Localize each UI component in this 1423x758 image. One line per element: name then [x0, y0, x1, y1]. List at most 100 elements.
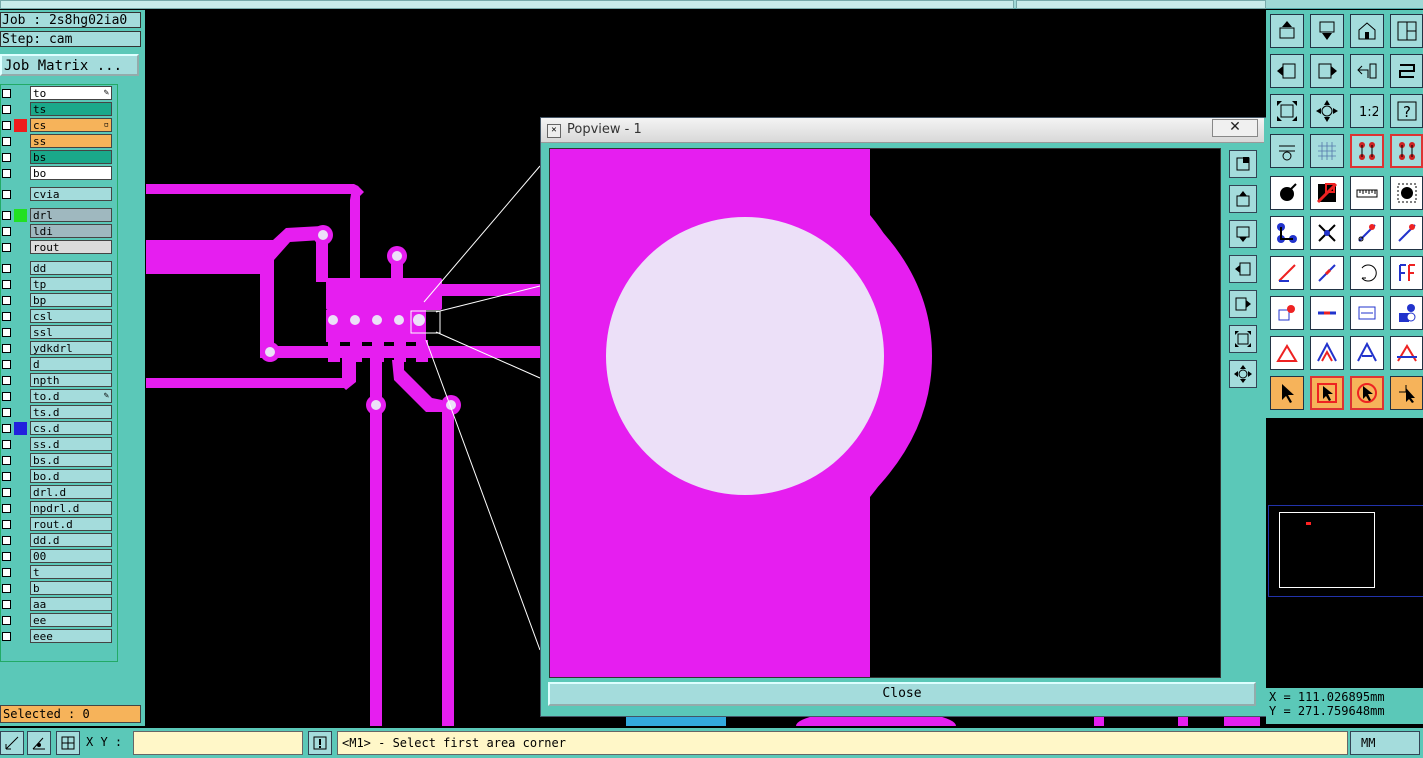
select-box-icon[interactable] — [1310, 376, 1344, 410]
layer-checkbox[interactable] — [2, 392, 11, 401]
segment-edit-icon[interactable] — [1390, 216, 1423, 250]
layer-checkbox[interactable] — [2, 456, 11, 465]
layer-row[interactable]: ssl — [1, 325, 115, 340]
select-cursor-icon[interactable] — [1270, 376, 1304, 410]
layer-checkbox[interactable] — [2, 296, 11, 305]
layer-name[interactable]: dd.d — [30, 533, 112, 547]
layer-name[interactable]: ssl — [30, 325, 112, 339]
layer-name[interactable]: cs.d — [30, 421, 112, 435]
layer-row[interactable]: aa — [1, 597, 115, 612]
layer-name[interactable]: bo.d — [30, 469, 112, 483]
scale-icon[interactable]: 1:2 — [1350, 94, 1384, 128]
layer-name[interactable]: ts.d — [30, 405, 112, 419]
layer-checkbox[interactable] — [2, 552, 11, 561]
layer-checkbox[interactable] — [2, 280, 11, 289]
layer-name[interactable]: d — [30, 357, 112, 371]
layer-row[interactable]: tp — [1, 277, 115, 292]
arc-icon[interactable] — [1350, 256, 1384, 290]
layer-row[interactable]: cs.d — [1, 421, 115, 436]
layer-row[interactable]: bo — [1, 166, 115, 181]
layer-name[interactable]: cs ▫ — [30, 118, 112, 132]
connect-icon[interactable] — [1270, 216, 1304, 250]
layer-name[interactable]: rout.d — [30, 517, 112, 531]
pan-icon[interactable] — [1310, 94, 1344, 128]
pan-up-icon[interactable] — [1270, 14, 1304, 48]
mask-icon[interactable] — [1310, 176, 1344, 210]
layer-row[interactable]: t — [1, 565, 115, 580]
ff-icon[interactable] — [1390, 256, 1423, 290]
snap-icon[interactable] — [27, 731, 51, 755]
netlist-icon[interactable] — [1350, 134, 1384, 168]
pop-tool-5[interactable] — [1229, 290, 1257, 318]
measure-icon[interactable] — [0, 731, 24, 755]
job-matrix-button[interactable]: Job Matrix ... — [0, 54, 139, 76]
layer-checkbox[interactable] — [2, 600, 11, 609]
home-icon[interactable] — [1350, 14, 1384, 48]
triangle-icon[interactable] — [1270, 336, 1304, 370]
layer-row[interactable]: ldi — [1, 224, 115, 239]
top-scrollbar[interactable] — [0, 0, 1014, 9]
swap-icon[interactable] — [1390, 54, 1423, 88]
shapes-icon[interactable] — [1390, 296, 1423, 330]
layer-checkbox[interactable] — [2, 584, 11, 593]
popview-canvas[interactable] — [549, 148, 1221, 678]
popview-titlebar[interactable]: ✕ Popview - 1 ✕ — [541, 118, 1264, 143]
line-edit-icon[interactable] — [1310, 256, 1344, 290]
layer-row[interactable]: drl — [1, 208, 115, 223]
layer-row[interactable]: bo.d — [1, 469, 115, 484]
grid-icon[interactable] — [1310, 134, 1344, 168]
layer-name[interactable]: to ✎ — [30, 86, 112, 100]
triangle-cut-icon[interactable] — [1390, 336, 1423, 370]
layer-row[interactable]: rout.d — [1, 517, 115, 532]
layer-name[interactable]: bo — [30, 166, 112, 180]
layer-row[interactable]: ee — [1, 613, 115, 628]
layer-row[interactable]: ss — [1, 134, 115, 149]
layer-name[interactable]: t — [30, 565, 112, 579]
layer-checkbox[interactable] — [2, 408, 11, 417]
layer-row[interactable]: d — [1, 357, 115, 372]
pad-icon[interactable] — [1270, 176, 1304, 210]
layer-checkbox[interactable] — [2, 121, 11, 130]
cross-icon[interactable] — [1310, 216, 1344, 250]
layer-checkbox[interactable] — [2, 424, 11, 433]
pop-tool-2[interactable] — [1229, 185, 1257, 213]
layer-name[interactable]: ydkdrl — [30, 341, 112, 355]
layer-checkbox[interactable] — [2, 616, 11, 625]
popview-close-button[interactable]: Close — [548, 682, 1256, 706]
layer-row[interactable]: eee — [1, 629, 115, 644]
layer-name[interactable]: b — [30, 581, 112, 595]
segment-icon[interactable] — [1350, 216, 1384, 250]
zoom-fit-icon[interactable] — [1270, 94, 1304, 128]
layer-row[interactable]: b — [1, 581, 115, 596]
layer-name[interactable]: dd — [30, 261, 112, 275]
dimension-icon[interactable] — [1350, 296, 1384, 330]
layer-name[interactable]: ss — [30, 134, 112, 148]
layer-name[interactable]: npth — [30, 373, 112, 387]
layer-checkbox[interactable] — [2, 504, 11, 513]
triangle-edit-icon[interactable] — [1310, 336, 1344, 370]
layer-row[interactable]: bs.d — [1, 453, 115, 468]
layer-name[interactable]: ts — [30, 102, 112, 116]
layer-row[interactable]: csl — [1, 309, 115, 324]
popview-close-x-button[interactable]: ✕ — [1212, 119, 1258, 137]
layer-checkbox[interactable] — [2, 568, 11, 577]
ruler-icon[interactable] — [1350, 176, 1384, 210]
layer-name[interactable]: bs — [30, 150, 112, 164]
layer-name[interactable]: 00 — [30, 549, 112, 563]
pop-tool-6[interactable] — [1229, 325, 1257, 353]
split-view-icon[interactable] — [1390, 14, 1423, 48]
overview-map[interactable] — [1268, 505, 1423, 597]
layer-name[interactable]: csl — [30, 309, 112, 323]
dot-icon[interactable] — [1390, 176, 1423, 210]
layer-checkbox[interactable] — [2, 376, 11, 385]
layer-row[interactable]: ss.d — [1, 437, 115, 452]
layer-row[interactable]: ydkdrl — [1, 341, 115, 356]
xy-input[interactable] — [133, 731, 303, 755]
grid-icon[interactable] — [56, 731, 80, 755]
select-circle-icon[interactable] — [1350, 376, 1384, 410]
layer-name[interactable]: ee — [30, 613, 112, 627]
layer-checkbox[interactable] — [2, 632, 11, 641]
layer-name[interactable]: cvia — [30, 187, 112, 201]
layer-checkbox[interactable] — [2, 488, 11, 497]
layer-checkbox[interactable] — [2, 137, 11, 146]
